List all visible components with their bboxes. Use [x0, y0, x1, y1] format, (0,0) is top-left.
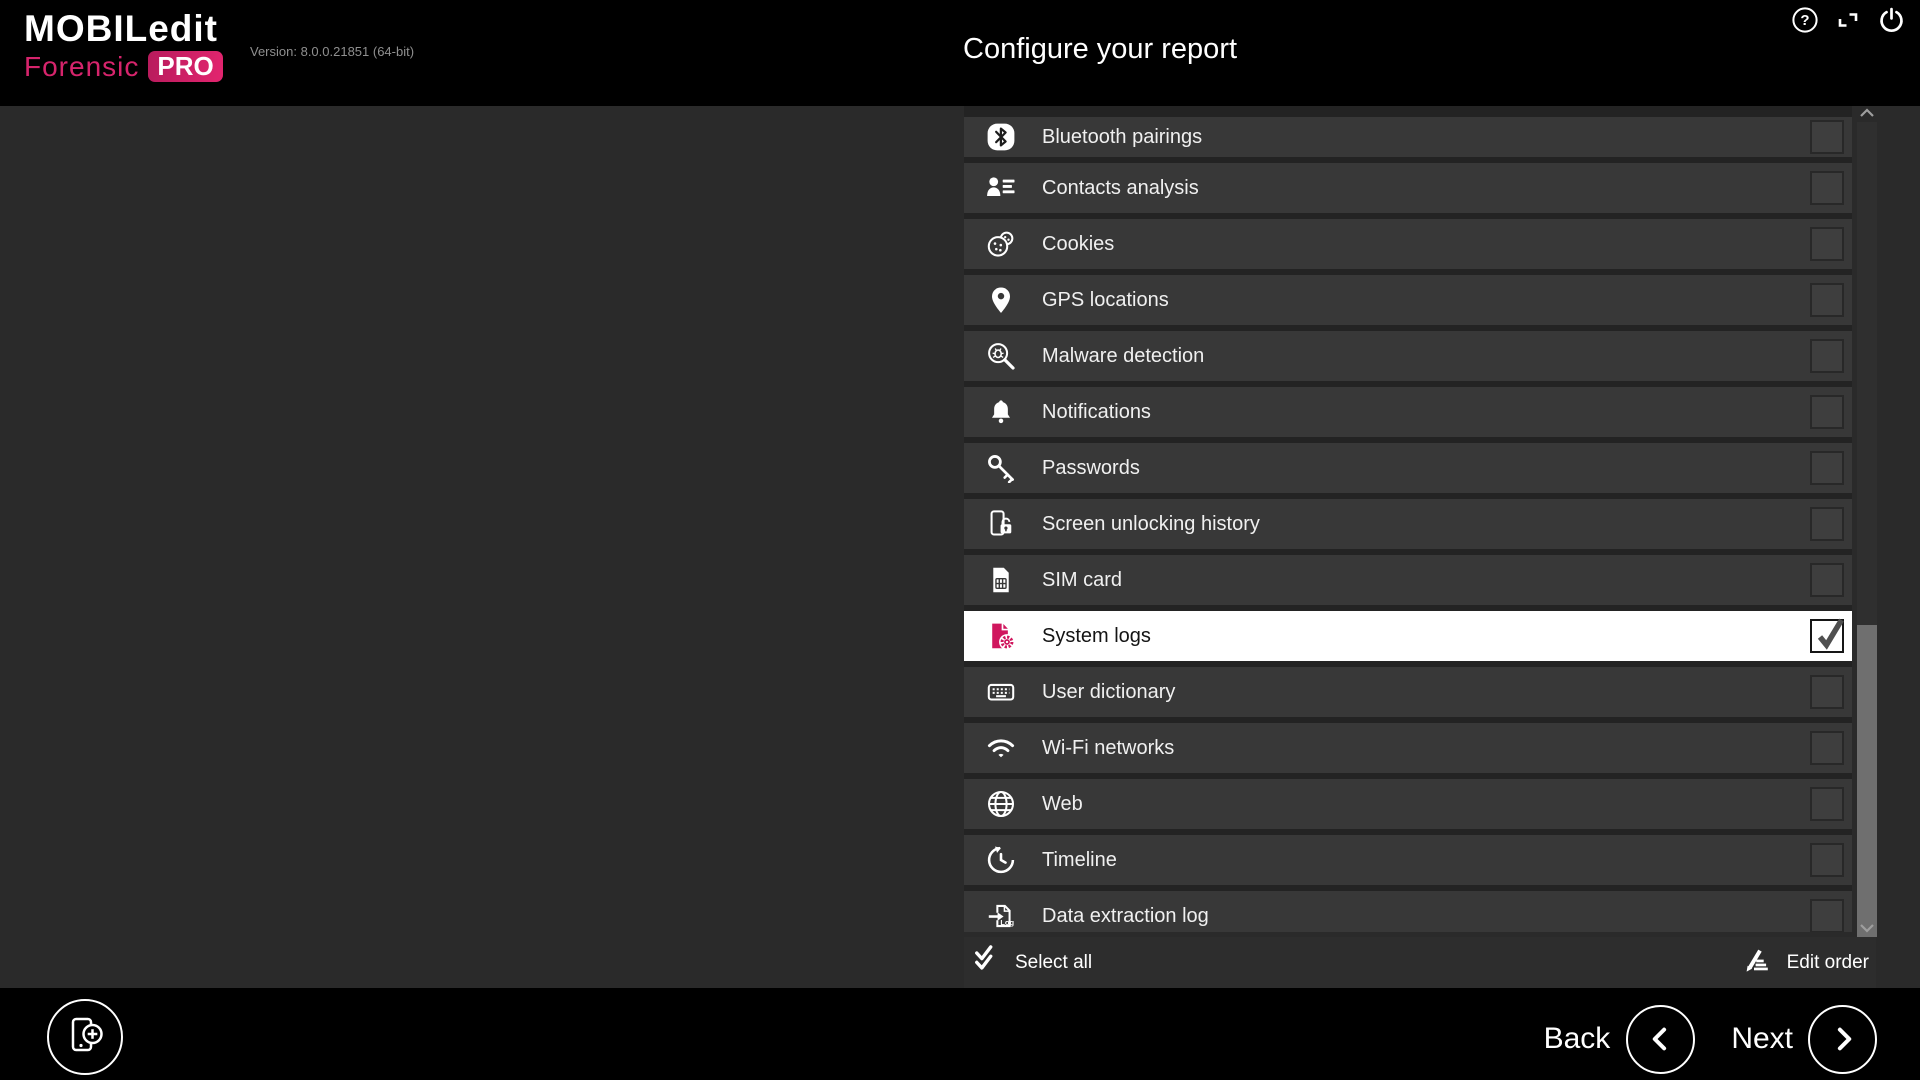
checkbox[interactable]	[1810, 339, 1844, 373]
logo-pro-badge: PRO	[148, 51, 223, 82]
row-label: Data extraction log	[1042, 904, 1209, 927]
select-all-icon	[973, 944, 1001, 981]
row-gps-locations[interactable]: GPS locations	[964, 275, 1852, 325]
back-button-label[interactable]: Back	[1544, 1022, 1611, 1056]
row-label: Timeline	[1042, 848, 1117, 871]
window-controls: ?	[1790, 5, 1906, 35]
row-bluetooth-pairings[interactable]: Bluetooth pairings	[964, 117, 1852, 157]
row-notifications[interactable]: Notifications	[964, 387, 1852, 437]
add-device-button[interactable]	[47, 999, 123, 1075]
scrollbar-thumb[interactable]	[1857, 625, 1877, 937]
row-label: Web	[1042, 792, 1083, 815]
passwords-icon	[986, 453, 1016, 483]
checkbox[interactable]	[1810, 843, 1844, 877]
checkbox[interactable]	[1810, 563, 1844, 597]
malware-detection-icon	[986, 341, 1016, 371]
checkbox[interactable]	[1810, 395, 1844, 429]
select-all-button[interactable]: Select all	[973, 944, 1092, 981]
next-button[interactable]	[1808, 1004, 1877, 1074]
row-label: Cookies	[1042, 232, 1115, 255]
row-label: GPS locations	[1042, 288, 1169, 311]
logo-forensic: Forensic	[24, 50, 140, 82]
checkbox[interactable]	[1810, 618, 1844, 653]
phone-plus-icon	[71, 1017, 103, 1052]
row-label: Notifications	[1042, 400, 1151, 423]
row-label: User dictionary	[1042, 680, 1176, 703]
checkbox[interactable]	[1810, 675, 1844, 709]
checkbox[interactable]	[1810, 787, 1844, 821]
timeline-icon	[986, 845, 1016, 875]
edit-order-button[interactable]: Edit order	[1743, 945, 1869, 980]
checkbox[interactable]	[1810, 171, 1844, 205]
gps-locations-icon	[986, 285, 1016, 315]
svg-text:?: ?	[1800, 12, 1809, 29]
next-button-label[interactable]: Next	[1731, 1022, 1793, 1056]
back-button[interactable]	[1626, 1004, 1696, 1074]
help-icon[interactable]: ?	[1790, 5, 1820, 35]
mobiledit-window: MOBILedit Forensic PRO Version: 8.0.0.21…	[0, 0, 1920, 1080]
scrollbar-track[interactable]	[1857, 122, 1877, 937]
list-scrollbar[interactable]	[1857, 104, 1877, 937]
row-label: Passwords	[1042, 456, 1140, 479]
report-sections-list: Bluetooth pairings Contacts analysis Coo…	[964, 106, 1852, 932]
checkbox[interactable]	[1810, 731, 1844, 765]
app-logo: MOBILedit Forensic PRO	[24, 10, 223, 82]
chevron-right-icon	[1837, 1027, 1851, 1051]
checkbox[interactable]	[1810, 227, 1844, 261]
page-title: Configure your report	[963, 33, 1238, 65]
row-system-logs[interactable]: System logs	[964, 611, 1852, 661]
svg-text:Log: Log	[1000, 918, 1014, 927]
edit-order-icon	[1743, 945, 1773, 980]
row-label: Contacts analysis	[1042, 176, 1199, 199]
logo-mobiledit: MOBILedit	[24, 8, 218, 49]
header-bar: MOBILedit Forensic PRO Version: 8.0.0.21…	[0, 0, 1920, 106]
row-sim-card[interactable]: SIM card	[964, 555, 1852, 605]
row-malware-detection[interactable]: Malware detection	[964, 331, 1852, 381]
checkbox[interactable]	[1810, 120, 1844, 154]
row-screen-unlocking-history[interactable]: Screen unlocking history	[964, 499, 1852, 549]
bottom-navigation-bar: Back Next	[0, 988, 1920, 1080]
screen-unlocking-icon	[986, 509, 1016, 539]
row-wifi-networks[interactable]: Wi-Fi networks	[964, 723, 1852, 773]
version-label: Version: 8.0.0.21851 (64-bit)	[250, 44, 415, 59]
row-label: System logs	[1042, 624, 1151, 647]
row-web[interactable]: Web	[964, 779, 1852, 829]
wifi-networks-icon	[986, 733, 1016, 763]
row-passwords[interactable]: Passwords	[964, 443, 1852, 493]
web-icon	[986, 789, 1016, 819]
row-cookies[interactable]: Cookies	[964, 219, 1852, 269]
user-dictionary-icon	[986, 677, 1016, 707]
list-footer-bar: Select all Edit order	[964, 937, 1876, 988]
row-label: Wi-Fi networks	[1042, 736, 1175, 759]
row-label: SIM card	[1042, 568, 1123, 591]
scroll-up-icon[interactable]	[1857, 104, 1877, 122]
checkbox[interactable]	[1810, 451, 1844, 485]
power-icon[interactable]	[1876, 5, 1906, 35]
system-logs-icon	[986, 621, 1016, 651]
select-all-label: Select all	[1015, 951, 1093, 973]
row-contacts-analysis[interactable]: Contacts analysis	[964, 163, 1852, 213]
contacts-analysis-icon	[986, 173, 1016, 203]
notifications-icon	[986, 397, 1016, 427]
sim-card-icon	[986, 565, 1016, 595]
row-label: Bluetooth pairings	[1042, 125, 1203, 148]
cookies-icon	[986, 229, 1016, 259]
row-timeline[interactable]: Timeline	[964, 835, 1852, 885]
checkbox[interactable]	[1810, 507, 1844, 541]
edit-order-label: Edit order	[1786, 951, 1869, 973]
bluetooth-icon	[986, 122, 1016, 152]
wizard-navigation: Back Next	[1544, 1004, 1877, 1074]
checkbox[interactable]	[1810, 899, 1844, 932]
row-user-dictionary[interactable]: User dictionary	[964, 667, 1852, 717]
dock-window-icon[interactable]	[1833, 5, 1863, 35]
row-label: Screen unlocking history	[1042, 512, 1260, 535]
data-extraction-log-icon: Log	[986, 901, 1016, 931]
row-label: Malware detection	[1042, 344, 1205, 367]
chevron-left-icon	[1652, 1027, 1666, 1051]
row-data-extraction-log[interactable]: Log Data extraction log	[964, 891, 1852, 932]
checkbox[interactable]	[1810, 283, 1844, 317]
scroll-down-icon[interactable]	[1857, 919, 1877, 937]
